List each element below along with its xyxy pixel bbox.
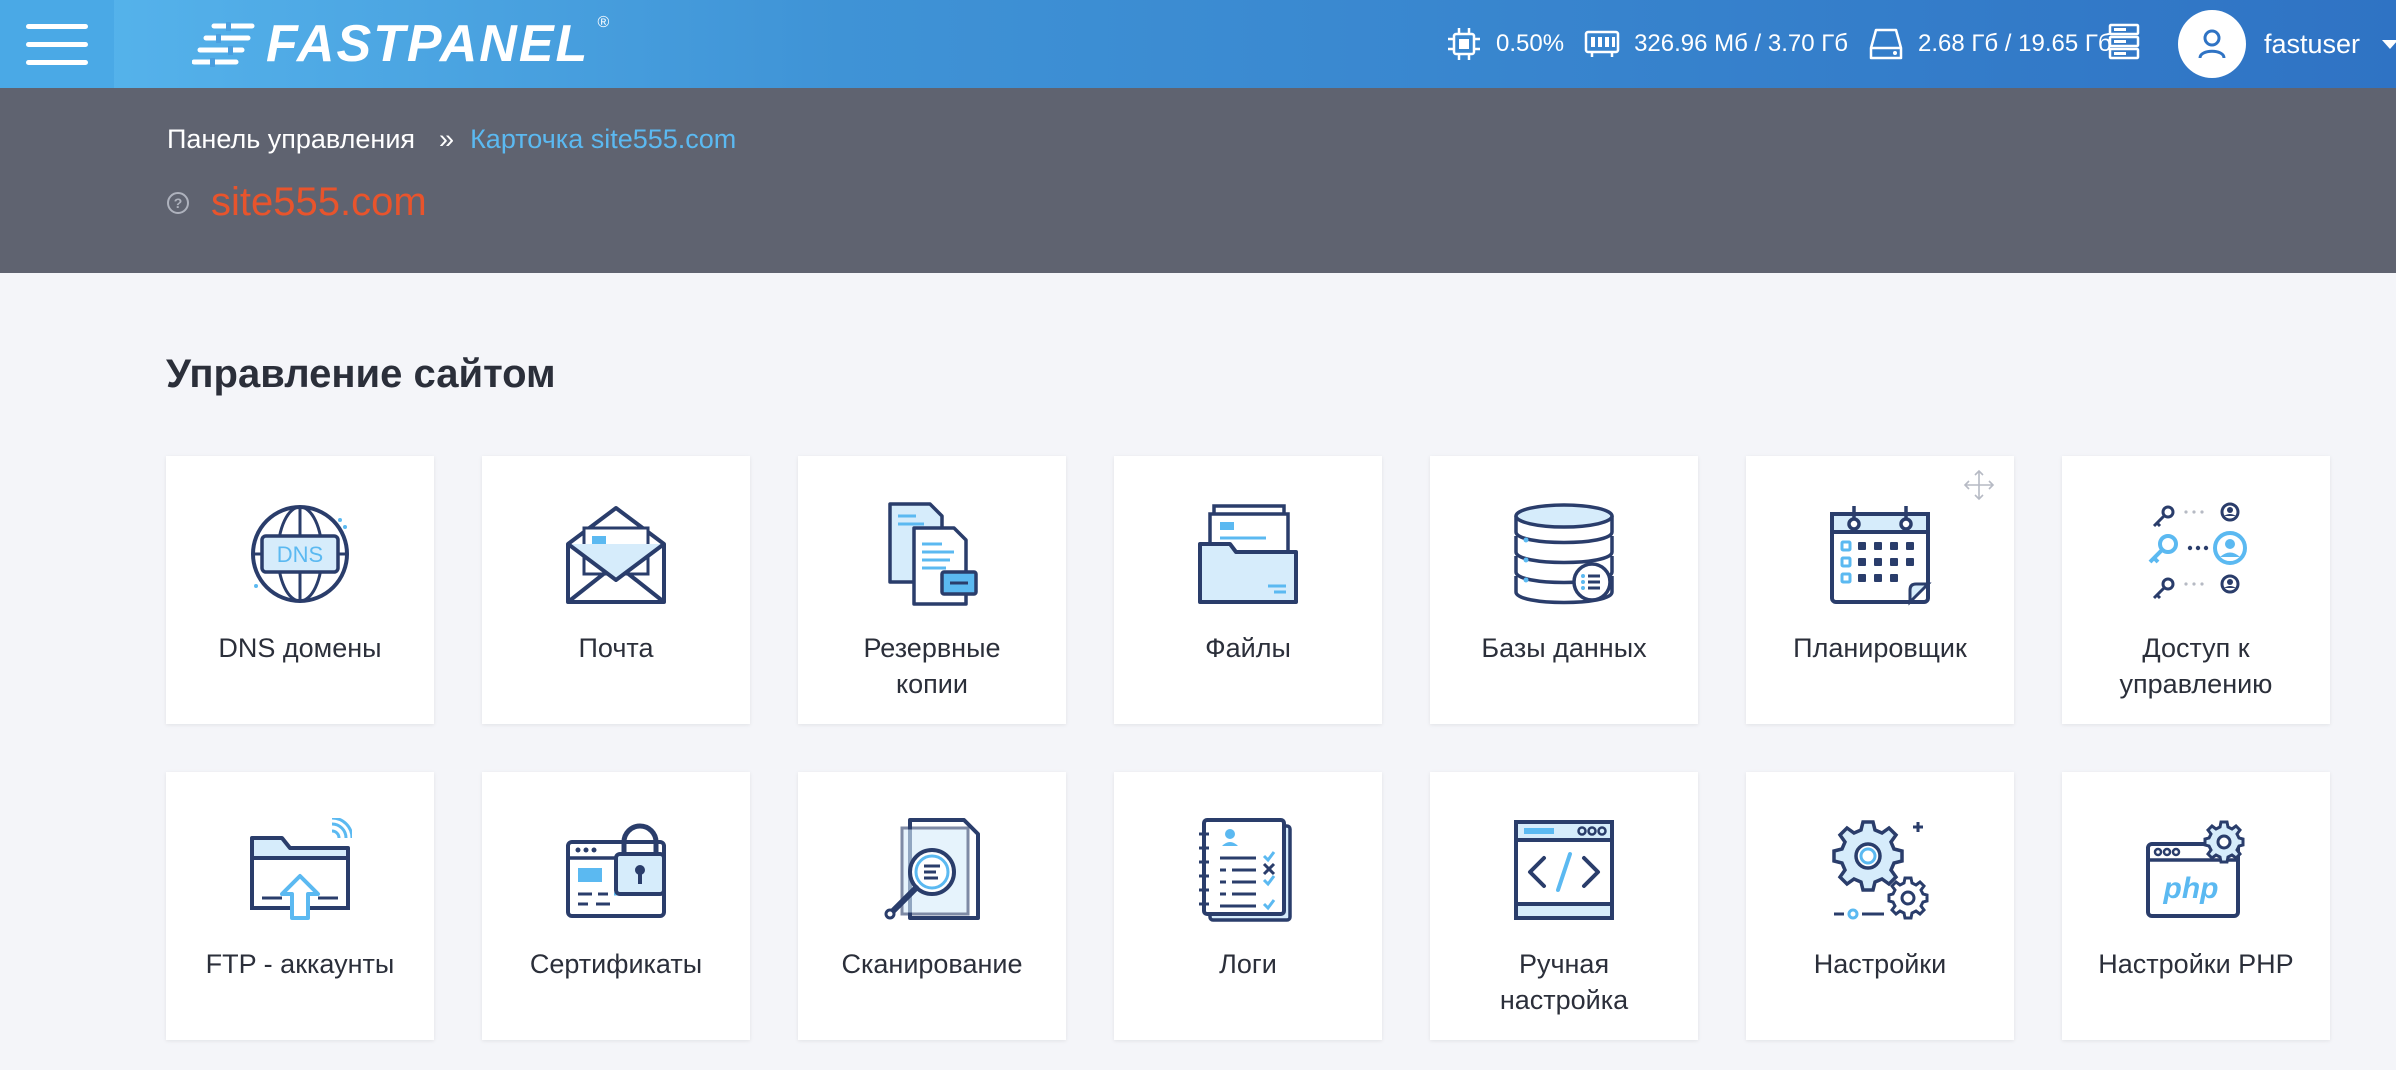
tile-label: Настройки — [1813, 949, 1947, 979]
tile-label: Ручная настройка — [1499, 949, 1629, 1015]
tile-label: Файлы — [1205, 633, 1291, 663]
tile-logs[interactable]: Логи — [1114, 772, 1382, 1040]
scan-magnifier-icon — [884, 818, 980, 920]
log-notebook-icon — [1199, 818, 1292, 922]
folder-files-icon — [1198, 504, 1298, 604]
tile-php-settings[interactable]: php Настройки PHP — [2062, 772, 2330, 1040]
gears-icon — [1832, 820, 1929, 920]
move-icon[interactable] — [1962, 468, 1996, 502]
ftp-folder-upload-icon — [250, 818, 352, 920]
page-title: ? site555.com — [167, 180, 427, 225]
tile-label: FTP - аккаунты — [205, 949, 395, 979]
cpu-icon — [1448, 28, 1480, 60]
top-bar: FASTPANEL ® 0.50% 326.96 Мб / 3.70 Гб 2.… — [0, 0, 2396, 88]
logo-lines-icon — [192, 22, 255, 67]
dns-globe-icon: DNS — [251, 505, 349, 603]
breadcrumb-home-link[interactable]: Панель управления — [167, 124, 415, 155]
tile-label: Планировщик — [1793, 633, 1967, 663]
tile-ftp[interactable]: FTP - аккаунты — [166, 772, 434, 1040]
tile-access[interactable]: Доступ к управлению — [2062, 456, 2330, 724]
cpu-stat: 0.50% — [1446, 26, 1564, 62]
help-icon[interactable]: ? — [167, 191, 189, 214]
php-window-icon: php — [2146, 820, 2245, 918]
site-management-grid: DNS DNS домены Почта Резервные копии Фай… — [166, 456, 2330, 1040]
database-icon — [1514, 503, 1614, 605]
disk-value: 2.68 Гб / 19.65 Гб — [1918, 30, 2112, 57]
certificate-lock-icon — [566, 823, 666, 918]
access-keys-icon — [2148, 502, 2247, 600]
user-icon — [2198, 29, 2226, 59]
username: fastuser — [2264, 28, 2361, 59]
mail-envelope-icon — [566, 506, 666, 604]
server-stats: 0.50% 326.96 Мб / 3.70 Гб 2.68 Гб / 19.6… — [1446, 0, 2132, 88]
disk-stat: 2.68 Гб / 19.65 Гб — [1868, 26, 2112, 62]
hamburger-icon-line — [26, 41, 88, 47]
breadcrumb-current-link[interactable]: Карточка site555.com — [470, 124, 736, 155]
tile-label: Базы данных — [1481, 633, 1647, 663]
tile-backup[interactable]: Резервные копии — [798, 456, 1066, 724]
server-list-icon[interactable] — [2108, 22, 2140, 62]
php-icon-text: php — [2163, 872, 2219, 905]
memory-value: 326.96 Мб / 3.70 Гб — [1634, 30, 1848, 57]
cpu-value: 0.50% — [1496, 30, 1565, 57]
user-menu[interactable]: fastuser — [2178, 10, 2396, 78]
site-name: site555.com — [211, 180, 427, 224]
memory-icon — [1584, 30, 1620, 57]
code-window-icon — [1514, 820, 1614, 920]
dns-icon-text: DNS — [277, 542, 323, 567]
tile-label: Логи — [1219, 949, 1277, 979]
breadcrumb: Панель управления » Карточка site555.com — [167, 124, 736, 155]
breadcrumb-separator: » — [439, 124, 455, 154]
tile-certificates[interactable]: Сертификаты — [482, 772, 750, 1040]
chevron-down-icon — [2382, 39, 2396, 49]
tile-label: Доступ к управлению — [2119, 633, 2273, 699]
disk-icon — [1869, 28, 1903, 60]
tile-label: Сертификаты — [529, 949, 703, 979]
memory-stat: 326.96 Мб / 3.70 Гб — [1584, 29, 1848, 59]
registered-mark: ® — [597, 14, 610, 31]
hamburger-menu-button[interactable] — [0, 0, 114, 88]
logo-text: FASTPANEL — [266, 15, 590, 73]
tile-label: Сканирование — [841, 949, 1023, 979]
fastpanel-logo[interactable]: FASTPANEL ® — [192, 12, 609, 76]
tile-label: Почта — [578, 633, 654, 663]
tile-label: Настройки PHP — [2098, 949, 2294, 979]
tile-files[interactable]: Файлы — [1114, 456, 1382, 724]
calendar-icon — [1830, 506, 1932, 606]
tile-scan[interactable]: Сканирование — [798, 772, 1066, 1040]
avatar — [2178, 10, 2246, 78]
tile-databases[interactable]: Базы данных — [1430, 456, 1698, 724]
hamburger-icon-line — [26, 59, 88, 65]
tile-scheduler[interactable]: Планировщик — [1746, 456, 2014, 724]
hamburger-icon-line — [26, 23, 88, 29]
section-title: Управление сайтом — [166, 352, 556, 396]
tile-manual-config[interactable]: Ручная настройка — [1430, 772, 1698, 1040]
backup-documents-icon — [888, 502, 978, 606]
tile-label: Резервные копии — [863, 633, 1001, 699]
tile-label: DNS домены — [218, 633, 382, 663]
page-header: Панель управления » Карточка site555.com… — [0, 88, 2396, 273]
tile-mail[interactable]: Почта — [482, 456, 750, 724]
tile-settings[interactable]: Настройки — [1746, 772, 2014, 1040]
tile-dns[interactable]: DNS DNS домены — [166, 456, 434, 724]
